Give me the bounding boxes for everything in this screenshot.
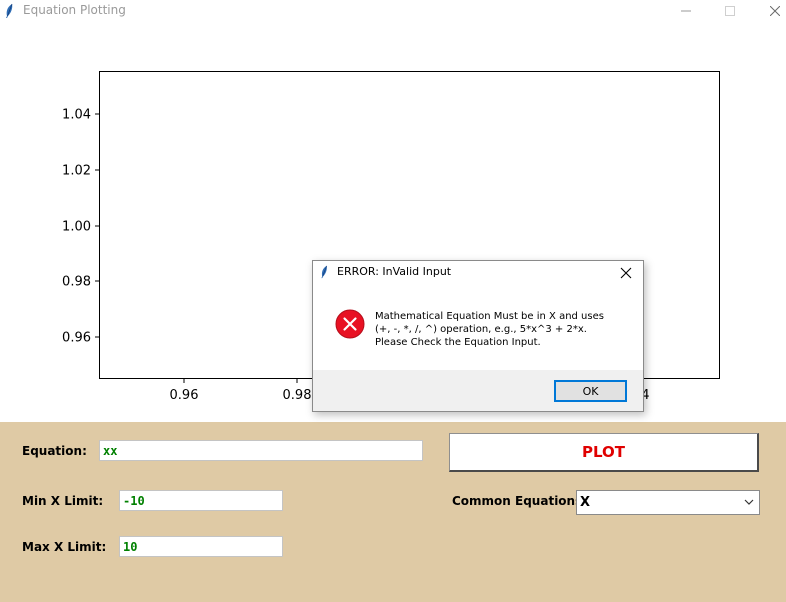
y-axis: 1.04 1.02 1.00 0.98 0.96 [62,108,99,346]
close-icon[interactable] [619,266,633,280]
y-tick-label: 0.98 [62,275,91,290]
maximize-icon [725,6,735,16]
feather-icon [321,265,327,279]
dialog-message: Mathematical Equation Must be in X and u… [375,310,635,349]
dialog-body: Mathematical Equation Must be in X and u… [313,283,643,370]
dialog-title-bar: ERROR: InValid Input [313,261,643,283]
title-bar: Equation Plotting [0,0,786,22]
ok-button[interactable]: OK [554,380,627,402]
controls-panel: Equation: xx Min X Limit: -10 Max X Limi… [0,422,786,602]
max-x-input[interactable]: 10 [119,536,283,557]
equation-input[interactable]: xx [99,440,423,461]
plot-button[interactable]: PLOT [449,433,759,472]
common-equations-select[interactable]: X [576,490,760,515]
x-tick-label: 0.96 [170,388,199,403]
y-tick-label: 1.04 [62,108,91,123]
close-icon [770,6,780,16]
minimize-icon [681,10,691,12]
max-x-label: Max X Limit: [22,540,107,554]
equation-label: Equation: [22,444,87,458]
dialog-title: ERROR: InValid Input [337,265,452,278]
main-window: Equation Plotting 1.04 1.02 1.00 0.98 0.… [0,0,786,602]
chevron-down-icon[interactable] [744,497,754,507]
y-tick-label: 1.00 [62,220,91,235]
x-tick-label: 0.98 [283,388,312,403]
maximize-button[interactable] [707,0,753,22]
window-title: Equation Plotting [23,3,126,17]
dialog-message-line: (+, -, *, /, ^) operation, e.g., 5*x^3 +… [375,324,587,335]
error-dialog: ERROR: InValid Input Mathematical Equati… [312,260,644,412]
min-x-label: Min X Limit: [22,494,104,508]
common-equations-value: X [580,495,591,510]
y-tick-label: 0.96 [62,331,91,346]
minimize-button[interactable] [663,0,709,22]
min-x-input[interactable]: -10 [119,490,283,511]
dialog-message-line: Please Check the Equation Input. [375,337,541,348]
feather-icon [6,3,13,18]
close-button[interactable] [752,0,786,22]
error-icon [335,309,365,339]
dialog-message-line: Mathematical Equation Must be in X and u… [375,311,604,322]
common-equations-label: Common Equations: [452,494,588,508]
y-tick-label: 1.02 [62,164,91,179]
